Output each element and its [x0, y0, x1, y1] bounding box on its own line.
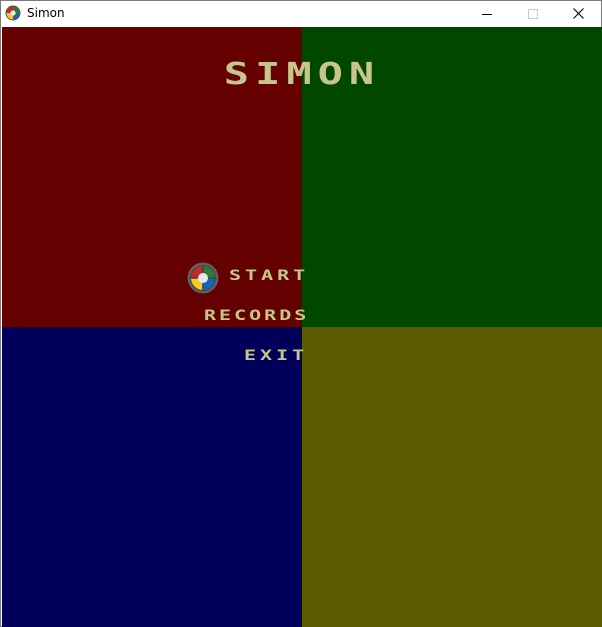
maximize-button[interactable] — [510, 1, 556, 26]
close-button[interactable] — [555, 1, 601, 26]
start-menu-item[interactable]: START — [229, 267, 309, 284]
records-menu-item[interactable]: RECORDS — [204, 307, 309, 324]
exit-menu-item[interactable]: EXIT — [244, 347, 308, 364]
maximize-icon — [528, 8, 538, 19]
game-title: SIMON — [223, 55, 381, 92]
minimize-icon — [482, 13, 492, 15]
app-window: Simon SIMON START RECORDS EXIT — [0, 0, 602, 627]
window-title: Simon — [27, 6, 65, 20]
game-canvas: SIMON START RECORDS EXIT — [2, 27, 602, 627]
simon-selector-icon — [187, 262, 219, 294]
blue-quadrant[interactable] — [2, 327, 302, 627]
simon-app-icon — [5, 5, 21, 21]
title-bar[interactable]: Simon — [1, 1, 601, 26]
close-icon — [572, 8, 584, 19]
minimize-button[interactable] — [464, 1, 510, 26]
yellow-quadrant[interactable] — [302, 327, 602, 627]
